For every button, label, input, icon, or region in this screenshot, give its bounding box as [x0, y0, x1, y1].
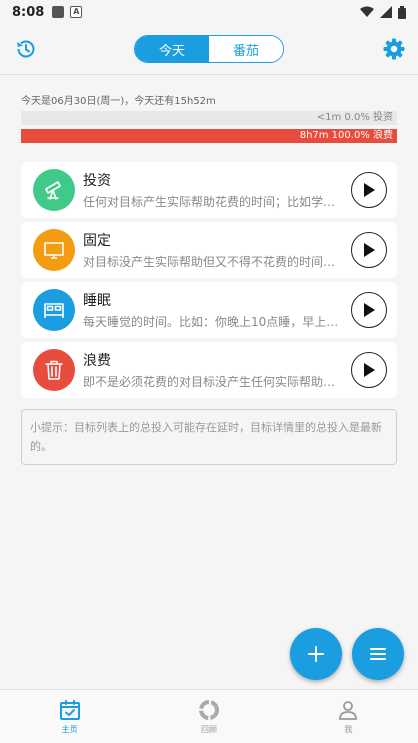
goal-icon-invest — [33, 169, 75, 211]
bottom-nav: 主页 回顾 我 — [0, 689, 418, 743]
notification-letter-icon: A — [70, 6, 83, 18]
daily-summary: 今天是06月30日(周一)，今天还有15h52m <1m 0.0% 投资 8h7… — [21, 92, 397, 147]
wifi-icon — [360, 6, 374, 17]
play-button-fixed[interactable] — [351, 232, 387, 268]
goal-description: 即不是必须花费的对目标没产生任何实际帮助的时间… — [83, 375, 341, 389]
play-icon — [364, 183, 375, 197]
play-icon — [364, 303, 375, 317]
menu-button[interactable] — [352, 628, 404, 680]
goal-name: 浪费 — [83, 353, 111, 369]
goal-description: 任何对目标产生实际帮助花费的时间；比如学习、锻炼… — [83, 195, 341, 209]
signal-icon — [380, 6, 392, 18]
notification-square-icon — [52, 6, 65, 18]
goal-item-waste[interactable]: 浪费 即不是必须花费的对目标没产生任何实际帮助的时间… — [21, 342, 397, 398]
trash-icon — [45, 360, 63, 380]
play-icon — [364, 243, 375, 257]
person-icon — [339, 701, 358, 720]
goal-icon-fixed — [33, 229, 75, 271]
monitor-icon — [44, 242, 64, 259]
header-divider — [0, 74, 418, 75]
invest-progress-bar: <1m 0.0% 投资 — [21, 111, 397, 125]
telescope-icon — [45, 181, 61, 200]
goal-icon-sleep — [33, 289, 75, 331]
tab-pomodoro[interactable]: 番茄 — [209, 36, 283, 62]
goal-list: 投资 任何对目标产生实际帮助花费的时间；比如学习、锻炼… 固定 对目标没产生实际… — [21, 162, 397, 402]
tip-box: 小提示：目标列表上的总投入可能存在延时，目标详情里的总投入是最新的。 — [21, 409, 397, 465]
play-button-sleep[interactable] — [351, 292, 387, 328]
goal-description: 对目标没产生实际帮助但又不得不花费的时间；比如吃饭… — [83, 255, 341, 269]
waste-progress-bar: 8h7m 100.0% 浪费 — [21, 129, 397, 143]
nav-item-home[interactable]: 主页 — [0, 690, 139, 743]
app-bar: 今天 番茄 — [0, 28, 418, 70]
nav-item-review[interactable]: 回顾 — [139, 690, 278, 743]
plus-icon — [308, 646, 324, 662]
waste-progress-label: 8h7m 100.0% 浪费 — [299, 130, 393, 141]
date-info: 今天是06月30日(周一)，今天还有15h52m — [21, 96, 216, 107]
history-icon[interactable] — [14, 37, 38, 61]
calendar-check-icon — [59, 700, 80, 720]
view-toggle: 今天 番茄 — [134, 35, 284, 63]
invest-progress-label: <1m 0.0% 投资 — [316, 112, 393, 123]
tab-today[interactable]: 今天 — [135, 36, 209, 62]
nav-label-home: 主页 — [61, 725, 78, 734]
status-bar: 8:08 A — [0, 0, 418, 24]
goal-item-sleep[interactable]: 睡眠 每天睡觉的时间。比如：你晚上10点睡，早上6点起… — [21, 282, 397, 338]
gear-icon[interactable] — [382, 37, 406, 61]
battery-icon — [398, 5, 406, 19]
nav-label-me: 我 — [344, 725, 353, 734]
play-button-waste[interactable] — [351, 352, 387, 388]
goal-icon-waste — [33, 349, 75, 391]
status-time: 8:08 — [12, 4, 45, 20]
add-goal-button[interactable] — [290, 628, 342, 680]
goal-name: 睡眠 — [83, 293, 111, 309]
goal-description: 每天睡觉的时间。比如：你晚上10点睡，早上6点起… — [83, 315, 341, 329]
nav-item-me[interactable]: 我 — [279, 690, 418, 743]
menu-icon — [370, 648, 386, 660]
goal-name: 投资 — [83, 173, 111, 189]
goal-item-fixed[interactable]: 固定 对目标没产生实际帮助但又不得不花费的时间；比如吃饭… — [21, 222, 397, 278]
ring-chart-icon — [198, 700, 219, 720]
goal-name: 固定 — [83, 233, 111, 249]
goal-item-invest[interactable]: 投资 任何对目标产生实际帮助花费的时间；比如学习、锻炼… — [21, 162, 397, 218]
bed-icon — [44, 303, 64, 318]
nav-label-review: 回顾 — [200, 725, 217, 734]
play-button-invest[interactable] — [351, 172, 387, 208]
play-icon — [364, 363, 375, 377]
